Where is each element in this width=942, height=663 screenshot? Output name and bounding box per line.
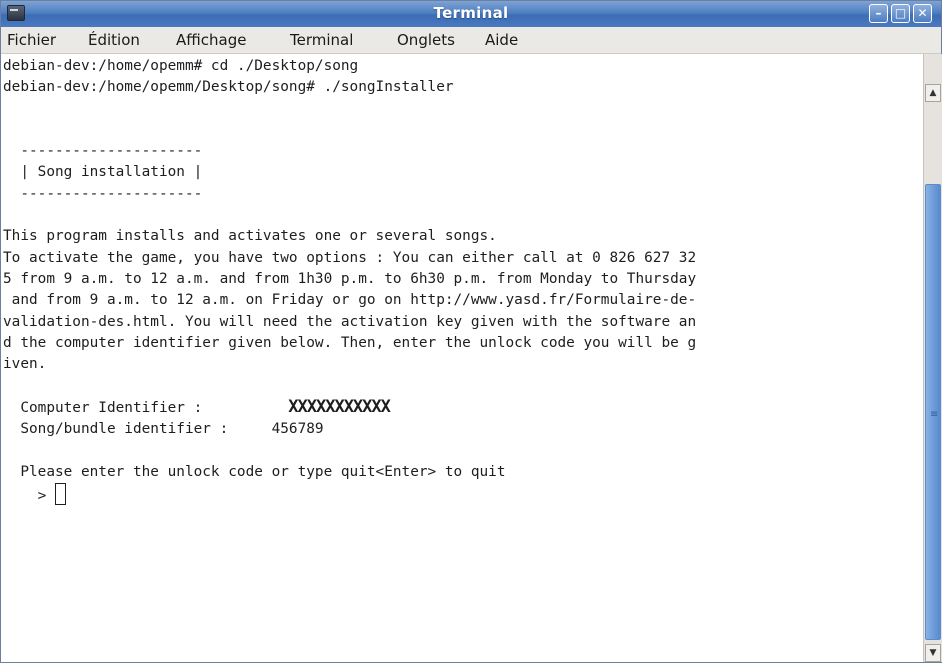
scroll-up-arrow-icon[interactable]: ▲ [925,84,941,102]
computer-identifier-label: Computer Identifier : [3,399,203,416]
menu-onglets[interactable]: Onglets [397,31,455,49]
minimize-button[interactable]: – [869,4,888,23]
scrollbar-thumb[interactable]: ≡ [925,184,941,640]
terminal-output[interactable]: debian-dev:/home/opemm# cd ./Desktop/son… [3,56,696,507]
banner-bottom: --------------------- [3,185,203,202]
info-line-5: validation-des.html. You will need the a… [3,313,697,330]
info-line-7: iven. [3,356,47,373]
banner-top: --------------------- [3,143,203,160]
close-button[interactable]: ✕ [913,4,932,23]
menu-affichage[interactable]: Affichage [176,31,246,49]
maximize-button[interactable]: □ [891,4,910,23]
song-identifier-line: Song/bundle identifier : 456789 [3,421,324,438]
window-title: Terminal [433,4,509,22]
unlock-prompt: Please enter the unlock code or type qui… [3,463,506,480]
info-line-4: and from 9 a.m. to 12 a.m. on Friday or … [3,292,697,309]
vertical-scrollbar[interactable]: ▲ ≡ ▼ [923,54,942,662]
banner-title: | Song installation | [3,164,203,181]
info-line-3: 5 from 9 a.m. to 12 a.m. and from 1h30 p… [3,270,697,287]
line-cmd-1: debian-dev:/home/opemm# cd ./Desktop/son… [3,58,359,74]
line-cmd-2: debian-dev:/home/opemm/Desktop/song# ./s… [3,79,454,96]
info-line-2: To activate the game, you have two optio… [3,249,697,266]
grip-icon: ≡ [930,409,939,420]
text-cursor[interactable] [54,482,66,505]
info-line-1: This program installs and activates one … [3,228,497,245]
menu-terminal[interactable]: Terminal [290,31,353,49]
menu-fichier[interactable]: Fichier [7,31,56,49]
scroll-down-arrow-icon[interactable]: ▼ [925,644,941,662]
title-bar[interactable]: Terminal – □ ✕ [1,1,941,27]
computer-identifier-value: XXXXXXXXXXX [288,396,391,417]
terminal-window: Terminal – □ ✕ Fichier Édition Affichage… [0,0,942,663]
info-line-6: d the computer identifier given below. T… [3,334,697,351]
menu-bar: Fichier Édition Affichage Terminal Ongle… [1,27,941,54]
menu-edition[interactable]: Édition [88,31,140,49]
input-prompt: > [3,487,55,504]
menu-aide[interactable]: Aide [485,31,518,49]
terminal-content[interactable]: debian-dev:/home/opemm# cd ./Desktop/son… [1,54,923,662]
